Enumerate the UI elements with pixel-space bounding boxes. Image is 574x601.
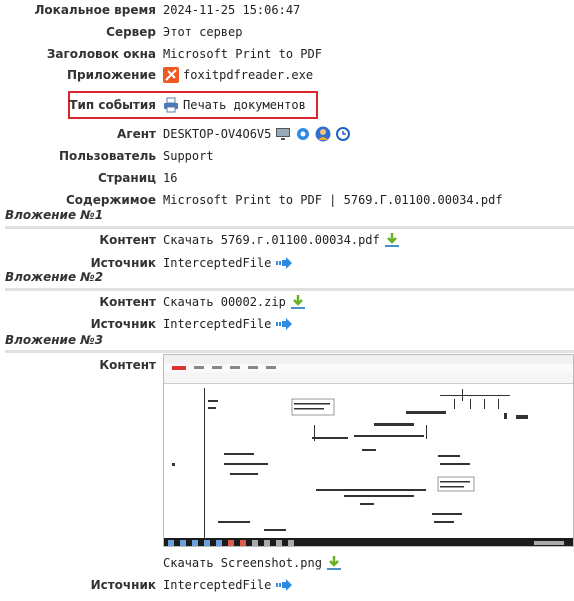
row-window-title: Заголовок окна Microsoft Print to PDF (0, 45, 574, 63)
user-label: Пользователь (58, 149, 156, 163)
attachment-3-content-label: Контент (99, 358, 156, 372)
row-pages: Страниц 16 (0, 169, 574, 187)
local-time-label: Локальное время (34, 3, 156, 17)
arrow-right-icon[interactable] (275, 255, 293, 271)
server-label: Сервер (106, 25, 156, 39)
attachment-2-content[interactable]: Скачать 00002.zip (163, 293, 306, 311)
attachment-2-source-row: Источник InterceptedFile (0, 315, 574, 333)
attachment-2-separator (5, 288, 574, 291)
attachment-3-separator (5, 350, 574, 353)
attachment-2-download-link[interactable]: Скачать 00002.zip (163, 293, 286, 311)
agent-name: DESKTOP-OV4O6V5 (163, 127, 272, 141)
arrow-right-icon[interactable] (275, 316, 293, 332)
event-type-value: Печать документов (163, 96, 306, 114)
monitor-icon[interactable] (275, 126, 291, 142)
contents-label: Содержимое (65, 193, 156, 207)
arrow-right-icon[interactable] (275, 577, 293, 593)
attachment-2-source-label: Источник (90, 317, 156, 331)
attachment-2-source[interactable]: InterceptedFile (163, 315, 293, 333)
application-label: Приложение (67, 68, 156, 82)
agent-label: Агент (117, 127, 156, 141)
window-title-value: Microsoft Print to PDF (163, 47, 322, 61)
application-name: foxitpdfreader.exe (183, 68, 314, 82)
screenshot-thumbnail[interactable] (163, 354, 574, 547)
user-avatar-icon[interactable] (315, 126, 331, 142)
attachment-3-source-row: Источник InterceptedFile (0, 576, 574, 594)
application-value: foxitpdfreader.exe (163, 66, 313, 84)
server-value: Этот сервер (163, 25, 243, 39)
attachment-3-source[interactable]: InterceptedFile (163, 576, 293, 594)
attachment-1-content[interactable]: Скачать 5769.г.01100.00034.pdf (163, 231, 400, 249)
row-server: Сервер Этот сервер (0, 23, 574, 41)
agent-value: DESKTOP-OV4O6V5 (163, 125, 351, 143)
pages-label: Страниц (97, 171, 156, 185)
attachment-1-content-label: Контент (99, 233, 156, 247)
attachment-1-download-link[interactable]: Скачать 5769.г.01100.00034.pdf (163, 231, 380, 249)
attachment-1-source[interactable]: InterceptedFile (163, 254, 293, 272)
attachment-3-content[interactable]: Скачать Screenshot.png (163, 554, 342, 572)
contents-value: Microsoft Print to PDF | 5769.Г.01100.00… (163, 193, 503, 207)
attachment-1-separator (5, 226, 574, 229)
printer-icon (164, 97, 178, 113)
attachment-3-title: Вложение №3 (5, 333, 104, 347)
event-type-label: Тип события (69, 98, 156, 112)
gear-icon[interactable] (295, 126, 311, 142)
attachment-2-source-value: InterceptedFile (163, 317, 272, 331)
row-local-time: Локальное время 2024-11-25 15:06:47 (0, 1, 574, 19)
attachment-1-source-value: InterceptedFile (163, 256, 272, 270)
attachment-1-content-row: Контент Скачать 5769.г.01100.00034.pdf (0, 231, 574, 249)
attachment-3-source-value: InterceptedFile (163, 578, 272, 592)
local-time-value: 2024-11-25 15:06:47 (163, 3, 301, 17)
row-contents: Содержимое Microsoft Print to PDF | 5769… (0, 191, 574, 209)
download-icon[interactable] (384, 232, 400, 248)
clock-icon[interactable] (335, 126, 351, 142)
row-event-type: Тип события Печать документов (0, 96, 574, 114)
attachment-3-download-row: Скачать Screenshot.png (0, 554, 574, 572)
row-agent: Агент DESKTOP-OV4O6V5 (0, 125, 574, 143)
pages-value: 16 (163, 171, 178, 185)
attachment-1-title: Вложение №1 (5, 208, 104, 222)
screenshot-preview-image (164, 355, 573, 546)
event-type-text: Печать документов (183, 98, 306, 112)
attachment-2-content-row: Контент Скачать 00002.zip (0, 293, 574, 311)
attachment-3-download-link[interactable]: Скачать Screenshot.png (163, 554, 322, 572)
download-icon[interactable] (290, 294, 306, 310)
attachment-3-source-label: Источник (90, 578, 156, 592)
row-application: Приложение foxitpdfreader.exe (0, 66, 574, 84)
row-user: Пользователь Support (0, 147, 574, 165)
foxit-app-icon (163, 67, 179, 83)
user-value: Support (163, 149, 214, 163)
download-icon[interactable] (326, 555, 342, 571)
attachment-2-content-label: Контент (99, 295, 156, 309)
window-title-label: Заголовок окна (46, 47, 156, 61)
attachment-2-title: Вложение №2 (5, 270, 104, 284)
